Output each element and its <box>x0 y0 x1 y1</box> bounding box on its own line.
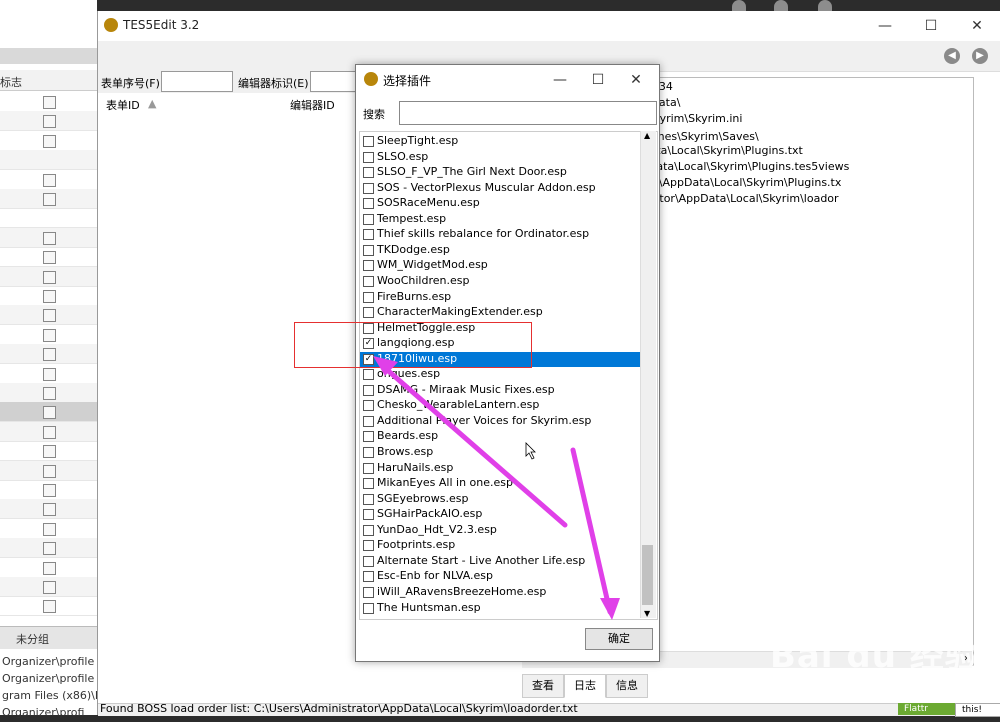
annotation-arrows <box>373 356 620 620</box>
arrow-to-ok <box>570 447 613 615</box>
watermark-url: jingyan.baidu.com <box>800 668 920 683</box>
mouse-cursor-icon <box>525 442 536 460</box>
arrow-to-plugin <box>382 365 568 528</box>
arrowhead-ok <box>600 598 620 620</box>
